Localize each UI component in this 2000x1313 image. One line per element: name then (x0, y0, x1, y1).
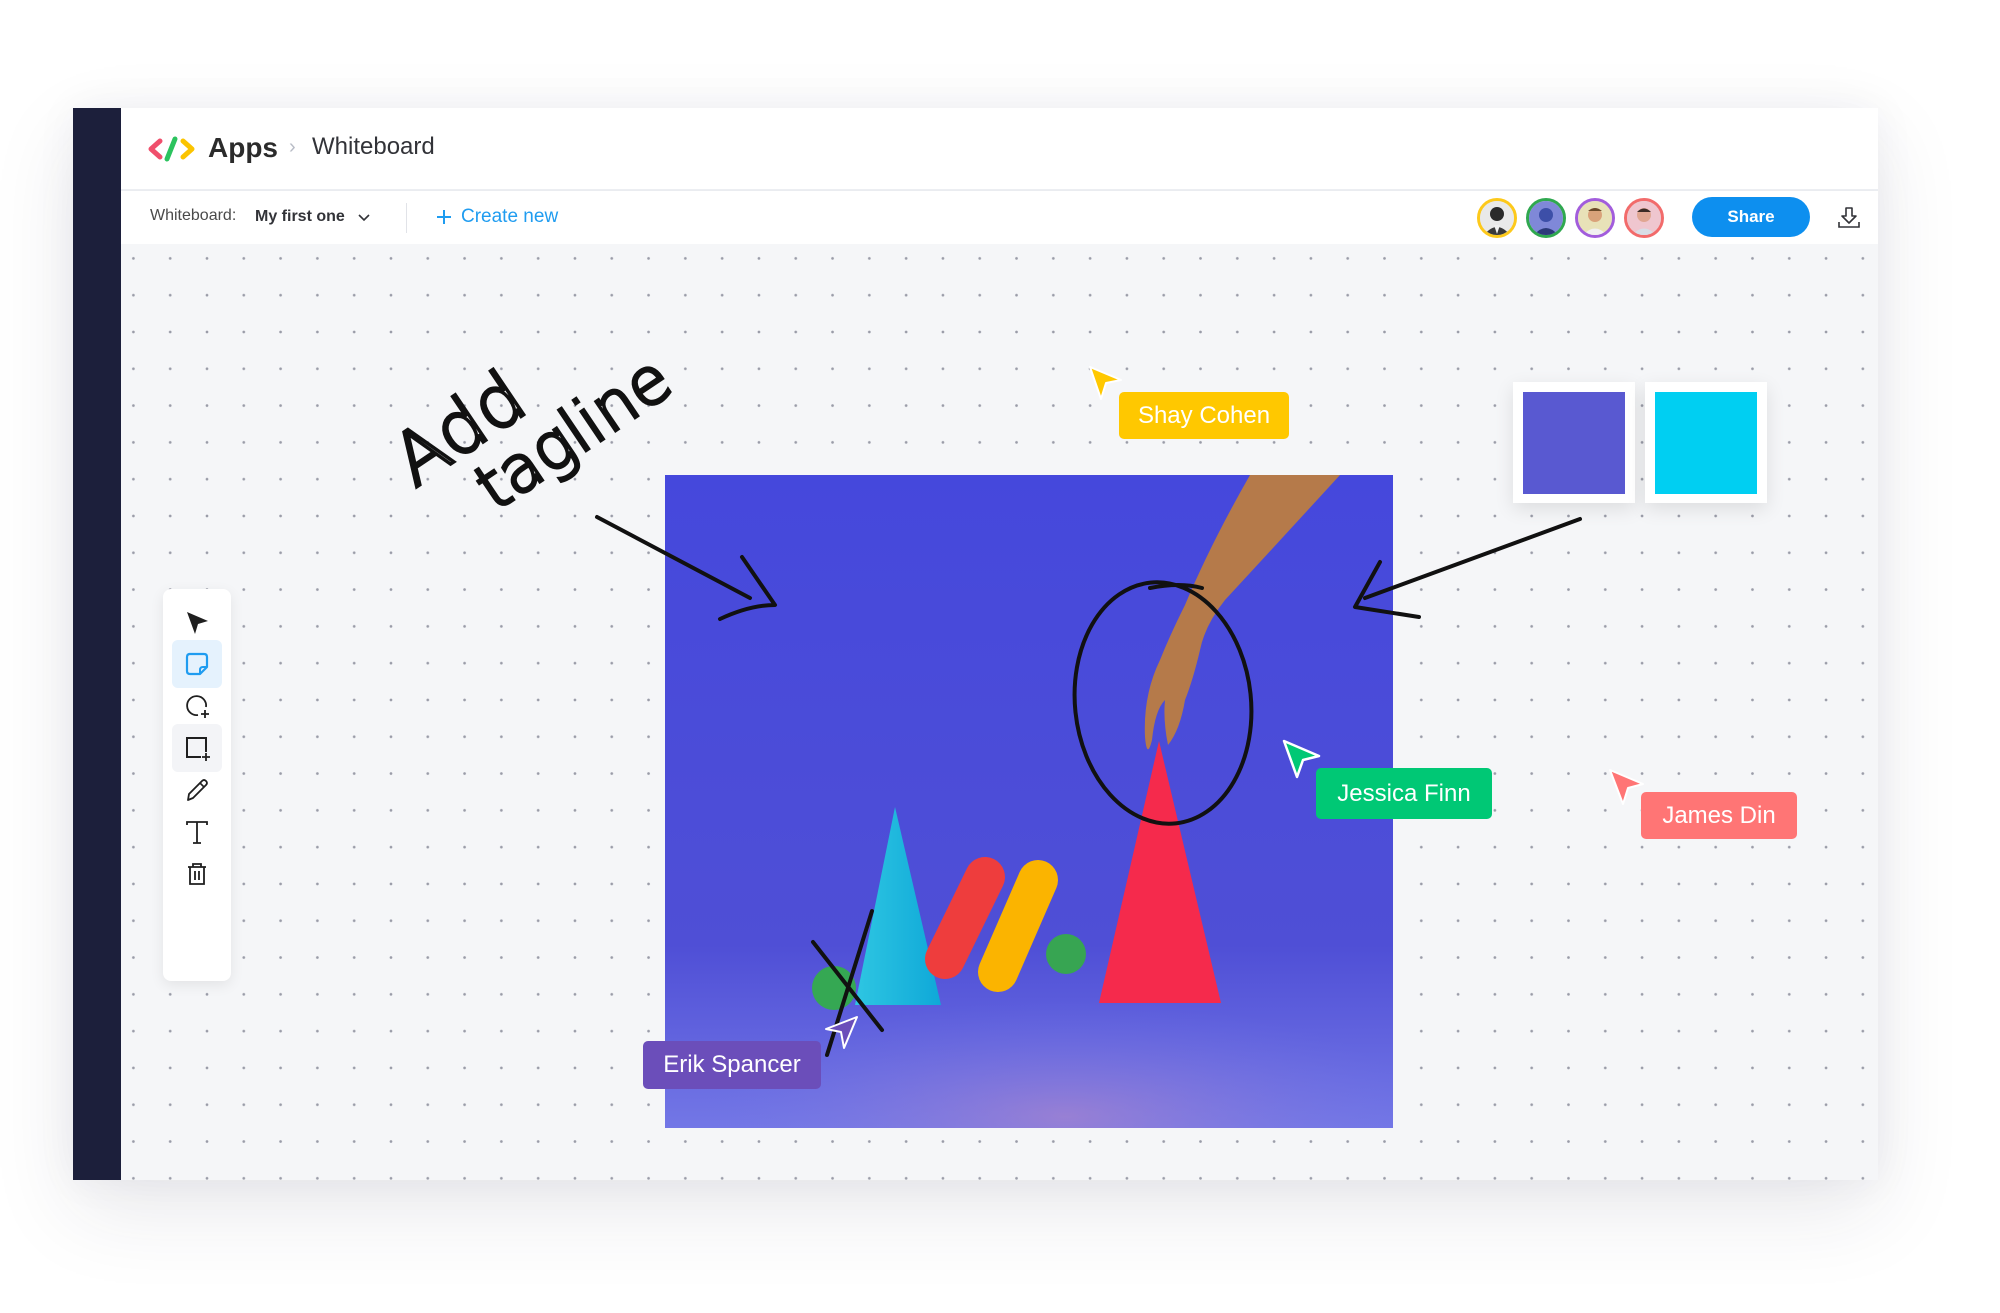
color-swatch-purple (1523, 392, 1625, 494)
ink-circle-tail (1148, 583, 1204, 590)
collaborator-name-tag: Jessica Finn (1316, 768, 1492, 819)
ink-circle[interactable] (1063, 573, 1263, 832)
ink-annotations: Add tagline (376, 340, 1582, 1057)
collaborator-name-tag: James Din (1641, 792, 1797, 839)
ink-arrow-left[interactable] (595, 515, 777, 621)
canvas-content-layer: Add tagline Shay Cohen Jessica Finn Jame… (0, 0, 2000, 1313)
ink-arrow-right[interactable] (1353, 517, 1582, 619)
collaborator-name-tag: Erik Spancer (643, 1041, 821, 1089)
color-swatch-cyan (1655, 392, 1757, 494)
color-swatch-card[interactable] (1513, 382, 1635, 503)
color-swatch-card[interactable] (1645, 382, 1767, 503)
cursor-arrow-icon (825, 1016, 858, 1049)
collaborator-name-tag: Shay Cohen (1119, 392, 1289, 439)
